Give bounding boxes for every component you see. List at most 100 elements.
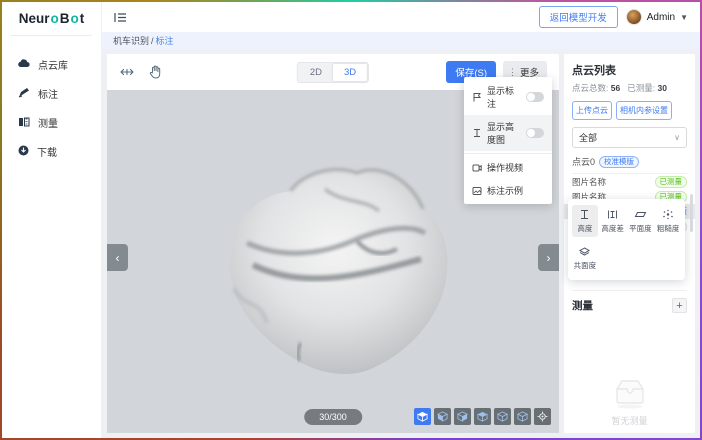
- breadcrumb: 机车识别 / 标注: [102, 32, 700, 49]
- hand-tool-icon[interactable]: [149, 65, 162, 79]
- measured-stat: 已测量: 30: [627, 82, 667, 94]
- empty-box-icon: [608, 375, 652, 409]
- text-height-icon: [472, 128, 482, 138]
- breadcrumb-current: 标注: [156, 34, 174, 47]
- menu-item-show-heightmap[interactable]: 显示高度图: [464, 115, 552, 151]
- image-icon: [472, 186, 482, 196]
- view-cube-button-2[interactable]: [434, 408, 451, 425]
- brand-text: B: [60, 11, 70, 26]
- menu-divider: [464, 153, 552, 154]
- sidebar-item-label: 点云库: [38, 57, 68, 72]
- view-3d-button[interactable]: 3D: [333, 64, 367, 81]
- brand-logo: NeuroBot: [11, 2, 92, 36]
- sidebar-item-label: 标注: [38, 86, 58, 101]
- sidebar-item-pointcloud-library[interactable]: 点云库: [2, 50, 101, 79]
- menu-item-annotation-examples[interactable]: 标注示例: [464, 179, 552, 202]
- show-heightmap-toggle[interactable]: [526, 128, 544, 138]
- total-label: 点云总数:: [572, 83, 608, 93]
- ruler-icon: [18, 116, 30, 130]
- menu-item-show-annotations[interactable]: 显示标注: [464, 79, 552, 115]
- measured-status-badge: 已测量: [655, 176, 688, 188]
- brand-text: Neur: [19, 11, 50, 26]
- video-icon: [472, 163, 482, 173]
- upload-pointcloud-button[interactable]: 上传点云: [572, 101, 612, 120]
- tool-roughness[interactable]: 粗糙度: [655, 205, 681, 237]
- breadcrumb-parent[interactable]: 机车识别: [113, 34, 149, 47]
- add-measure-button[interactable]: +: [672, 298, 687, 313]
- collapse-sidebar-icon[interactable]: [114, 12, 127, 23]
- chevron-down-icon: ∨: [674, 133, 680, 142]
- user-menu[interactable]: Admin ▼: [626, 9, 688, 25]
- menu-item-label: 操作视频: [487, 161, 523, 174]
- menu-item-label: 显示高度图: [487, 120, 521, 146]
- coplanarity-icon: [578, 246, 591, 257]
- measure-title: 测量: [572, 298, 593, 313]
- locate-center-button[interactable]: [534, 408, 551, 425]
- sidebar-menu: 点云库 标注 测量 下载: [2, 36, 101, 166]
- top-bar: 返回模型开发 Admin ▼: [102, 2, 700, 32]
- image-list-item[interactable]: 图片名称 已测量: [572, 174, 687, 189]
- brand-gear: o: [71, 11, 79, 26]
- avatar: [626, 9, 642, 25]
- panel-buttons: 上传点云 相机内参设置: [572, 101, 687, 120]
- back-to-model-dev-button[interactable]: 返回模型开发: [539, 6, 618, 28]
- pointcloud-group-row[interactable]: 点云0 校准模版: [572, 155, 687, 174]
- filter-select[interactable]: 全部 ∨: [572, 127, 687, 148]
- pan-tool-icon[interactable]: [119, 65, 135, 79]
- pointcloud-name: 点云0: [572, 155, 595, 168]
- flatness-icon: [634, 209, 647, 220]
- view-2d-button[interactable]: 2D: [299, 64, 333, 81]
- menu-item-label: 显示标注: [487, 84, 521, 110]
- tool-label: 粗糙度: [657, 223, 680, 234]
- pen-icon: [18, 87, 30, 101]
- tool-height[interactable]: 高度: [572, 205, 598, 237]
- brand-gear: o: [51, 11, 59, 26]
- main-column: 返回模型开发 Admin ▼ 机车识别 / 标注 2D 3D: [102, 2, 700, 438]
- measured-value: 30: [657, 83, 666, 93]
- roughness-icon: [662, 209, 674, 220]
- panel-title: 点云列表: [572, 62, 687, 78]
- view-cube-button-3[interactable]: [454, 408, 471, 425]
- view-cube-button-5[interactable]: [494, 408, 511, 425]
- breadcrumb-separator: /: [151, 36, 154, 46]
- sidebar-item-label: 测量: [38, 115, 58, 130]
- progress-counter: 30/300: [304, 409, 362, 425]
- sidebar: NeuroBot 点云库 标注 测量 下载: [2, 2, 102, 438]
- screenshot-frame: NeuroBot 点云库 标注 测量 下载 返回模型开发: [0, 0, 702, 440]
- tool-flatness[interactable]: 平面度: [628, 205, 654, 237]
- empty-state: 暂无测量: [572, 375, 687, 427]
- pointcloud-list-panel: 点云列表 点云总数: 56 已测量: 30 上传点云 相机内参设置 全部 ∨ 点…: [564, 54, 695, 433]
- flag-icon: [472, 92, 482, 102]
- chevron-down-icon: ▼: [680, 13, 688, 22]
- username: Admin: [647, 12, 675, 23]
- tool-coplanarity[interactable]: 共面度: [572, 242, 598, 274]
- height-difference-icon: [607, 209, 618, 220]
- sidebar-item-measure[interactable]: 测量: [2, 108, 101, 137]
- view-cube-button-4[interactable]: [474, 408, 491, 425]
- cloud-icon: [18, 58, 30, 71]
- filter-value: 全部: [579, 131, 597, 144]
- panel-scrollbar[interactable]: [690, 194, 693, 232]
- view-orientation-buttons: [414, 408, 551, 425]
- kebab-icon: ⋮: [508, 67, 517, 78]
- sidebar-item-annotate[interactable]: 标注: [2, 79, 101, 108]
- view-cube-button-6[interactable]: [514, 408, 531, 425]
- brand-text: t: [80, 11, 85, 26]
- viewer-card: 2D 3D 保存(S) ⋮更多 显示标注: [107, 54, 559, 433]
- tooth-3d-model: [207, 137, 459, 379]
- neurobot-app: NeuroBot 点云库 标注 测量 下载 返回模型开发: [2, 2, 700, 438]
- sidebar-item-download[interactable]: 下载: [2, 137, 101, 166]
- tool-label: 共面度: [574, 260, 597, 271]
- menu-item-tutorial-video[interactable]: 操作视频: [464, 156, 552, 179]
- dimension-toggle: 2D 3D: [297, 62, 369, 83]
- calibration-template-badge: 校准模版: [599, 156, 639, 168]
- panel-stats: 点云总数: 56 已测量: 30: [572, 82, 687, 94]
- camera-intrinsics-button[interactable]: 相机内参设置: [616, 101, 672, 120]
- show-annotations-toggle[interactable]: [526, 92, 544, 102]
- tool-height-difference[interactable]: 高度差: [600, 205, 626, 237]
- total-stat: 点云总数: 56: [572, 82, 620, 94]
- prev-image-arrow[interactable]: ‹: [107, 244, 128, 271]
- sidebar-item-label: 下载: [37, 144, 57, 159]
- view-cube-button-1[interactable]: [414, 408, 431, 425]
- next-image-arrow[interactable]: ›: [538, 244, 559, 271]
